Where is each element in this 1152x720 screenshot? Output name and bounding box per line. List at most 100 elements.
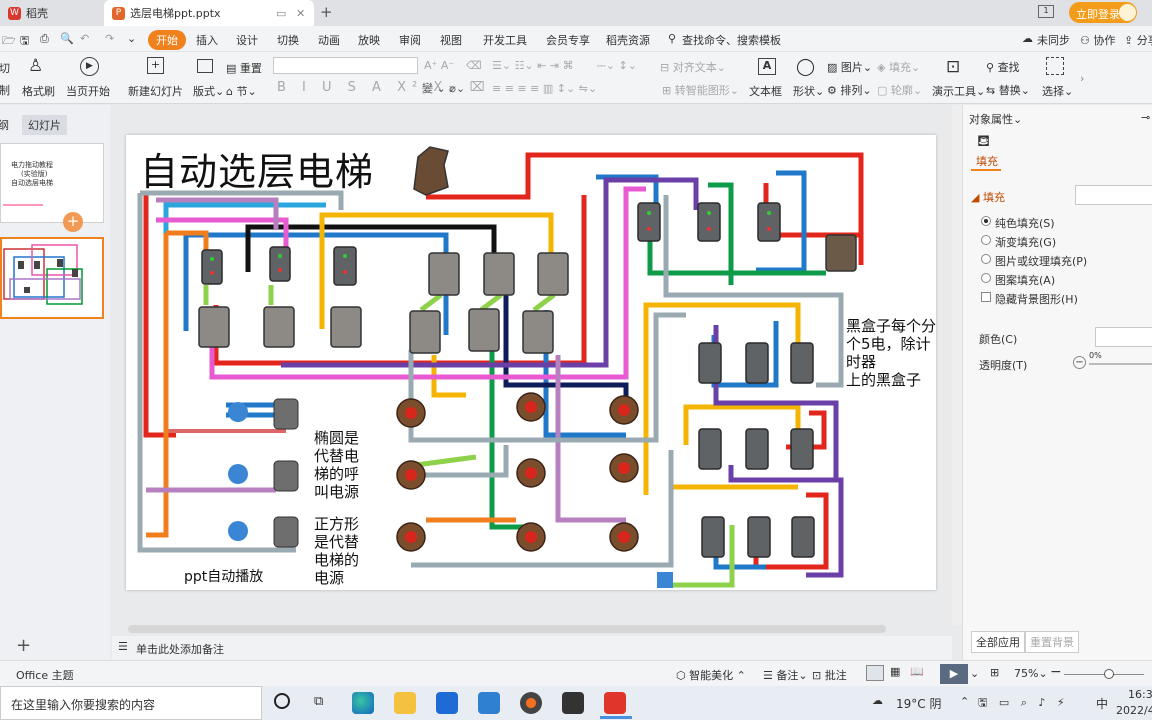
picture-button[interactable]: ▨ 图片⌄	[827, 59, 872, 75]
tray-chevron-icon[interactable]: ⌃	[960, 695, 969, 708]
zoom-out-icon[interactable]: −	[1050, 664, 1062, 680]
file-explorer-icon[interactable]	[394, 692, 416, 714]
ime-indicator[interactable]: 中	[1096, 695, 1108, 712]
zoom-level[interactable]: 75%⌄	[1014, 667, 1048, 680]
save-icon[interactable]: 🖫	[20, 32, 29, 51]
font-size-up-icon[interactable]: A⁺ A⁻	[424, 59, 454, 72]
pinyin-icon[interactable]: 變 ⌄ ⌀⌄	[422, 80, 465, 96]
blackbox-note[interactable]: 黑盒子每个分 个5电，除计 时器 上的黑盒子	[846, 317, 936, 389]
format-painter-button[interactable]: 格式刷	[22, 83, 55, 99]
reset-button[interactable]: ▤ 重置	[226, 60, 262, 76]
menu-slideshow[interactable]: 放映	[358, 32, 380, 48]
new-slide-button[interactable]: 新建幻灯片	[128, 83, 183, 99]
slideshow-play-button[interactable]: ▶	[940, 664, 968, 684]
share-button[interactable]: ⇪ 分享	[1124, 32, 1152, 48]
tab-document[interactable]: P 选层电梯ppt.pptx ▭ ✕	[104, 0, 314, 26]
transparency-minus-icon[interactable]: −	[1073, 356, 1086, 369]
fill-preview-box[interactable]	[1075, 185, 1152, 205]
task-view-icon[interactable]: ⧉	[314, 694, 323, 709]
tab-slides[interactable]: 幻灯片	[22, 115, 67, 135]
pin-icon[interactable]: ⊸	[1141, 111, 1150, 124]
edge-browser-icon[interactable]	[352, 692, 374, 714]
sync-status[interactable]: 未同步	[1037, 32, 1070, 48]
hide-bg-checkbox[interactable]	[981, 292, 991, 302]
login-button[interactable]: 立即登录	[1069, 2, 1137, 23]
arrange-button[interactable]: ⚙ 排列⌄	[827, 82, 872, 98]
slideshow-dropdown-icon[interactable]: ⌄	[970, 667, 979, 680]
ellipse-note[interactable]: 椭圆是 代替电 梯的呼 叫电源	[314, 429, 359, 501]
horizontal-scrollbar[interactable]	[128, 625, 886, 633]
media-player-icon[interactable]	[520, 692, 542, 714]
clock-date[interactable]: 2022/4/	[1116, 704, 1152, 717]
reading-view-icon[interactable]: 📖	[910, 665, 924, 678]
font-name-select[interactable]	[273, 57, 418, 74]
mail-icon[interactable]	[436, 692, 458, 714]
textbox-button[interactable]: 文本框	[749, 83, 782, 99]
text-direction-button[interactable]: ⎓⌄ ↕⌄	[597, 59, 637, 73]
layout-button[interactable]: 版式⌄	[193, 83, 224, 99]
menu-developer[interactable]: 开发工具	[483, 32, 527, 48]
app-store-icon[interactable]	[478, 692, 500, 714]
list-buttons[interactable]: ☰⌄ ☷⌄ ⇤ ⇥ ⌘	[492, 59, 574, 72]
close-tab-icon[interactable]: ✕	[296, 7, 305, 20]
menu-animation[interactable]: 动画	[318, 32, 340, 48]
slide-thumbnail-1[interactable]: 电力拖动教程 (实验版) 自动选层电梯	[0, 143, 104, 223]
color-picker[interactable]	[1095, 327, 1152, 347]
tray-icons[interactable]: 🖫 ▭ ⌕ ♪ ⚡	[978, 694, 1069, 713]
print-icon[interactable]: ⎙	[40, 32, 49, 46]
smart-beautify-button[interactable]: ⬡ 智能美化 ⌃	[676, 667, 746, 683]
slide-canvas[interactable]: 自动选层电梯 黑盒子每个分 个5电，除计 时器 上的黑盒子 椭圆是 代替电 梯的…	[126, 135, 936, 590]
fit-window-icon[interactable]: ⊞	[990, 666, 999, 679]
collab-button[interactable]: ⚇ 协作	[1080, 32, 1115, 48]
gradient-fill-radio[interactable]	[981, 235, 991, 245]
new-tab-icon[interactable]: +	[320, 3, 333, 21]
menu-review[interactable]: 审阅	[399, 32, 421, 48]
square-note[interactable]: 正方形 是代替 电梯的 电源	[314, 515, 359, 587]
section-button[interactable]: ⌂ 节⌄	[226, 83, 257, 99]
ribbon-scroll-right-icon[interactable]: ›	[1080, 72, 1084, 85]
convert-smartart-button[interactable]: ⊞ 转智能图形⌄	[662, 82, 739, 98]
picture-fill-radio[interactable]	[981, 254, 991, 264]
clock-time[interactable]: 16:36	[1128, 688, 1152, 701]
tab-outline[interactable]: 纲	[0, 117, 9, 133]
fill-button[interactable]: ◈ 填充⌄	[877, 59, 920, 75]
find-button[interactable]: ⚲ 查找	[986, 59, 1020, 75]
notes-placeholder[interactable]: 单击此处添加备注	[136, 641, 224, 657]
menu-design[interactable]: 设计	[236, 32, 258, 48]
game-app-icon[interactable]	[562, 692, 584, 714]
menu-transition[interactable]: 切换	[277, 32, 299, 48]
window-layout-icon[interactable]: 1	[1038, 5, 1054, 18]
menu-view[interactable]: 视图	[440, 32, 462, 48]
notes-bar[interactable]: ☰ 单击此处添加备注	[112, 636, 952, 660]
cortana-icon[interactable]	[274, 693, 290, 709]
tab-daoke[interactable]: W 稻壳	[0, 0, 104, 26]
transparency-slider[interactable]	[1089, 363, 1152, 365]
pattern-fill-radio[interactable]	[981, 273, 991, 283]
autoplay-footer[interactable]: ppt自动播放	[184, 568, 263, 586]
sorter-view-icon[interactable]: ▦	[890, 665, 900, 678]
quick-access-dropdown-icon[interactable]: ⌄	[127, 32, 136, 45]
redo-icon[interactable]: ↷	[105, 32, 114, 45]
fill-tab[interactable]: 填充	[976, 153, 998, 169]
preview-icon[interactable]: 🔍	[60, 32, 74, 45]
reset-bg-button[interactable]: 重置背景	[1025, 631, 1079, 653]
play-from-current-button[interactable]: 当页开始	[66, 83, 110, 99]
menu-daoke-resources[interactable]: 稻壳资源	[606, 32, 650, 48]
clear-format-icon[interactable]: ⌫	[466, 59, 482, 72]
command-search[interactable]: 查找命令、搜索模板	[682, 32, 781, 48]
add-slide-icon[interactable]: +	[63, 212, 83, 232]
presenter-tools-button[interactable]: 演示工具⌄	[932, 83, 985, 99]
zoom-slider-thumb[interactable]	[1104, 669, 1114, 679]
shape-button[interactable]: 形状⌄	[793, 83, 824, 99]
menu-member[interactable]: 会员专享	[546, 32, 590, 48]
taskbar-search[interactable]: 在这里输入你要搜索的内容	[0, 686, 262, 720]
tab-float-icon[interactable]: ▭	[276, 7, 286, 20]
select-button[interactable]: 选择⌄	[1042, 83, 1073, 99]
wps-taskbar-icon[interactable]	[604, 692, 626, 714]
pane-title[interactable]: 对象属性⌄	[969, 111, 1022, 127]
fill-section-header[interactable]: ◢ 填充	[971, 189, 1005, 205]
solid-fill-radio[interactable]	[981, 216, 991, 226]
comments-button[interactable]: ⊡ 批注	[812, 667, 847, 683]
normal-view-icon[interactable]	[866, 665, 884, 681]
open-icon[interactable]: 🗁	[2, 32, 16, 51]
